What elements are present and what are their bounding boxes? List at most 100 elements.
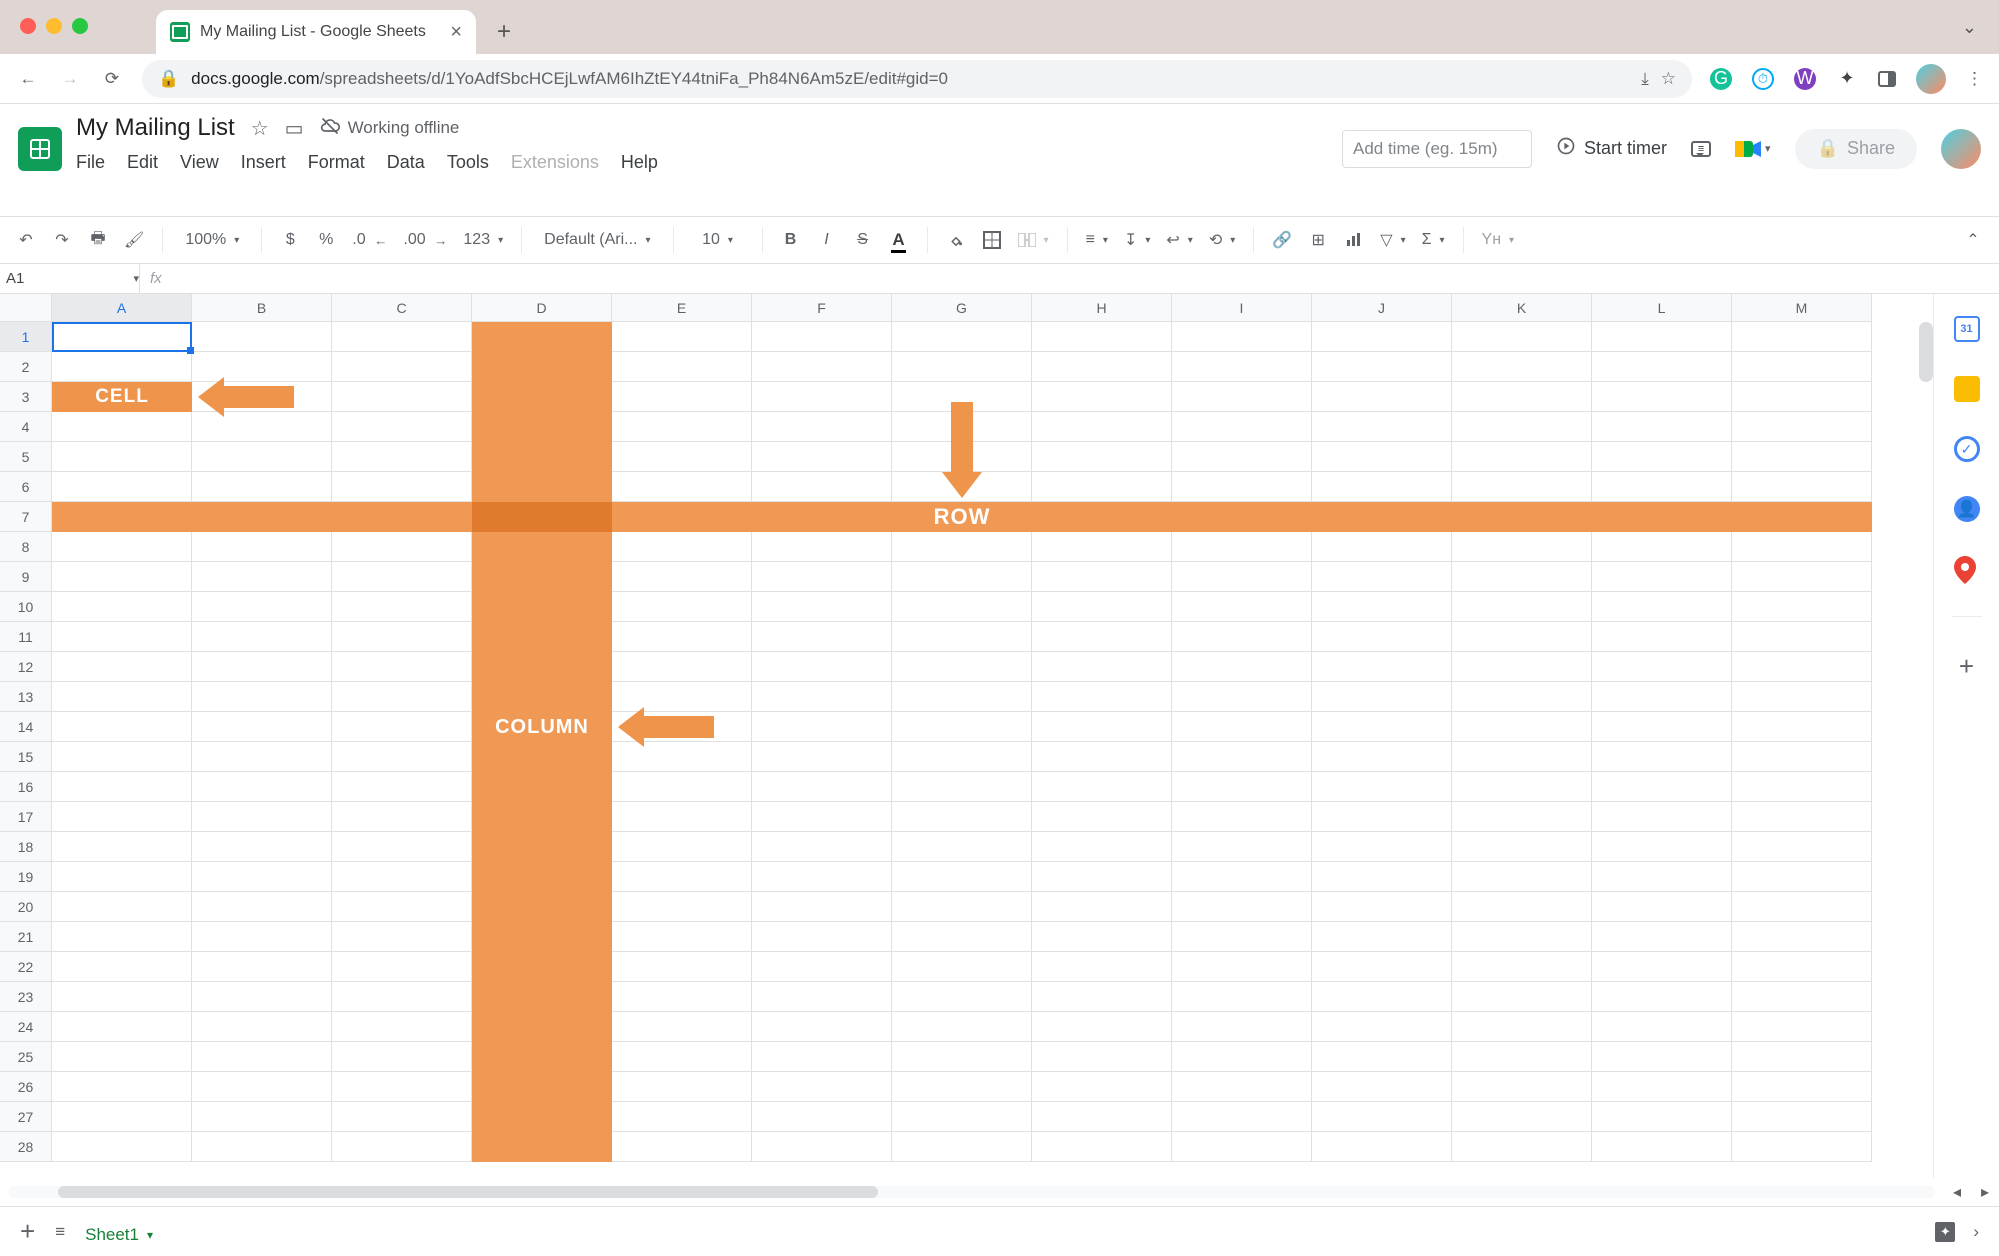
cell[interactable] [472,592,612,622]
row-header[interactable]: 17 [0,802,52,832]
cell[interactable] [1732,472,1872,502]
cell[interactable] [1732,412,1872,442]
cell[interactable] [332,1012,472,1042]
start-timer-button[interactable]: Start timer [1556,136,1667,161]
cell[interactable] [1452,802,1592,832]
cell[interactable] [472,352,612,382]
cell[interactable] [1452,982,1592,1012]
cell[interactable] [1312,772,1452,802]
cell[interactable] [1592,742,1732,772]
cell[interactable] [612,592,752,622]
cell[interactable] [1032,442,1172,472]
cell[interactable] [192,772,332,802]
cell[interactable] [892,922,1032,952]
cell[interactable] [1732,712,1872,742]
cell[interactable] [1592,832,1732,862]
cell[interactable] [52,322,192,352]
chart-button[interactable] [1340,225,1368,255]
cell[interactable] [752,802,892,832]
cell[interactable] [332,352,472,382]
cell[interactable] [1172,322,1312,352]
cell[interactable] [1032,1012,1172,1042]
cell[interactable] [472,532,612,562]
cell[interactable] [1032,502,1172,532]
cell[interactable] [192,1072,332,1102]
cell[interactable] [332,952,472,982]
cell[interactable] [1732,652,1872,682]
cell[interactable] [892,952,1032,982]
cell[interactable] [332,772,472,802]
cell[interactable] [1312,922,1452,952]
cell[interactable] [1732,772,1872,802]
row-header[interactable]: 26 [0,1072,52,1102]
col-header[interactable]: D [472,294,612,322]
cell[interactable] [1452,832,1592,862]
format-number-dropdown[interactable]: 123 [459,225,507,255]
cell[interactable] [192,1102,332,1132]
cell[interactable] [752,592,892,622]
cell[interactable] [332,502,472,532]
formula-input[interactable] [172,264,1999,293]
cell[interactable] [1312,742,1452,772]
cell[interactable] [1172,1072,1312,1102]
cell[interactable] [1592,1012,1732,1042]
cell[interactable] [332,1102,472,1132]
cell[interactable] [1452,472,1592,502]
cell[interactable] [1172,712,1312,742]
cell[interactable] [752,352,892,382]
col-header[interactable]: G [892,294,1032,322]
redo-button[interactable]: ↷ [48,225,76,255]
maximize-window-icon[interactable] [72,18,88,34]
cell[interactable] [332,1042,472,1072]
cell[interactable] [1032,412,1172,442]
cell[interactable] [1172,622,1312,652]
cell[interactable] [192,1012,332,1042]
cell[interactable] [1732,352,1872,382]
cell[interactable] [612,952,752,982]
cell[interactable] [1312,1012,1452,1042]
cell[interactable] [52,532,192,562]
cell[interactable] [1172,1012,1312,1042]
cell[interactable] [192,1042,332,1072]
cell[interactable] [1592,772,1732,802]
cell[interactable] [1032,742,1172,772]
cell[interactable] [192,322,332,352]
cell[interactable] [892,442,1032,472]
install-icon[interactable]: ⤓ [1641,69,1649,89]
cell[interactable] [1592,712,1732,742]
cell[interactable] [472,382,612,412]
cell[interactable] [1172,562,1312,592]
cell[interactable] [472,1102,612,1132]
cell[interactable] [472,412,612,442]
explore-button[interactable]: ✦ [1935,1222,1955,1242]
cell[interactable] [1592,922,1732,952]
cell[interactable] [192,442,332,472]
cell[interactable] [1172,1132,1312,1162]
cell[interactable] [1032,322,1172,352]
cell[interactable] [1732,1012,1872,1042]
cell[interactable] [192,802,332,832]
cell[interactable] [1592,682,1732,712]
new-tab-button[interactable]: + [486,14,522,50]
cell[interactable] [192,742,332,772]
cell[interactable] [1032,592,1172,622]
cell[interactable] [1452,772,1592,802]
cell[interactable] [1032,622,1172,652]
cell[interactable] [612,652,752,682]
cell[interactable] [472,982,612,1012]
cell[interactable] [192,412,332,442]
strike-button[interactable]: S [849,225,877,255]
row-header[interactable]: 4 [0,412,52,442]
cell[interactable] [1452,1042,1592,1072]
cell[interactable] [1452,442,1592,472]
cell[interactable] [472,562,612,592]
fill-color-button[interactable] [942,225,970,255]
row-header[interactable]: 7 [0,502,52,532]
cell[interactable] [52,742,192,772]
row-header[interactable]: 25 [0,1042,52,1072]
font-dropdown[interactable]: Default (Ari... [536,225,658,255]
row-header[interactable]: 23 [0,982,52,1012]
cell[interactable] [1452,1102,1592,1132]
menu-view[interactable]: View [180,152,219,173]
cell[interactable] [892,532,1032,562]
